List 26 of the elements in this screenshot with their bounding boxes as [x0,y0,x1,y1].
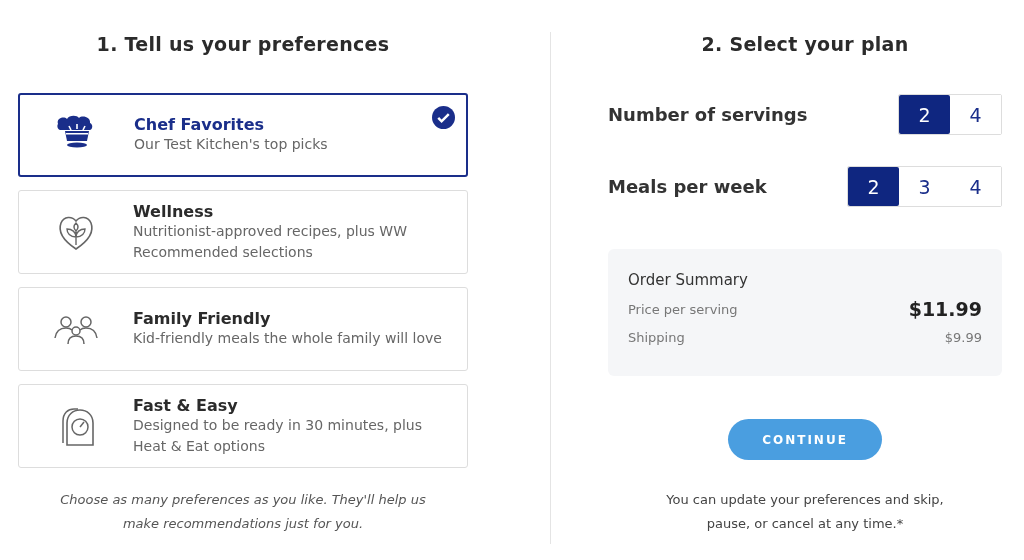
summary-value: $9.99 [944,329,982,345]
option-description: Kid-friendly meals the whole family will love [133,329,443,348]
section-heading: 1. Tell us your preferences [95,33,391,57]
option-description: Nutritionist-approved recipes, plus WW Recommended selections [133,221,409,262]
option-description: Designed to be ready in 30 minutes, plus Heat & Eat options [133,415,423,456]
option-button[interactable]: 2 [848,167,899,206]
preference-card[interactable]: Wellness Nutritionist-approved recipes, plus WW Recommended selections [18,190,468,274]
setting-label: Number of servings [608,104,808,125]
option-title: Family Friendly [133,309,271,328]
preferences-note: Choose as many preferences as you like. They'll help us make recommendations just for you. [59,491,427,533]
option-description: Our Test Kitchen's top picks [134,135,329,154]
setting-label: Meals per week [608,176,767,197]
option-title: Wellness [133,201,214,221]
option-title: Fast & Easy [133,395,238,415]
preference-card[interactable]: Fast & Easy Designed to be ready in 30 minutes, plus Heat & Eat options [18,384,468,468]
checkmark-icon [432,106,455,129]
plan-note: You can update your preferences and skip, pause, or cancel at any time.* [665,491,945,533]
option-button[interactable]: 2 [899,95,950,134]
summary-title: Order Summary [628,271,749,289]
section-heading: 2. Select your plan [700,33,910,57]
summary-label: Price per serving [628,301,738,317]
preference-card[interactable]: Family Friendly Kid-friendly meals the whole family will love [18,287,468,371]
summary-value: $11.99 [908,298,982,320]
option-title: Chef Favorites [134,115,265,134]
preference-card[interactable]: Chef Favorites Our Test Kitchen's top picks [18,93,468,177]
summary-label: Shipping [628,329,685,345]
